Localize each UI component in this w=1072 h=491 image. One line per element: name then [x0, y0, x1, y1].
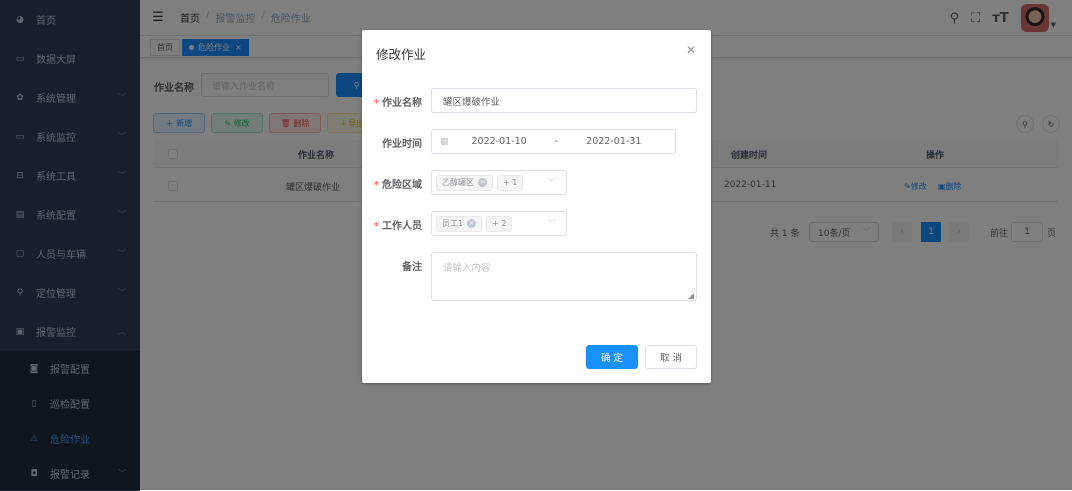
danger-area-select[interactable]: 乙醇罐区 × + 1 ﹀	[431, 170, 567, 195]
work-name-value: 罐区爆破作业	[443, 96, 501, 108]
remark-textarea[interactable]: 请输入内容 ◢	[431, 252, 697, 301]
time-label: 作业时间	[382, 135, 422, 150]
time-label-text: 作业时间	[382, 139, 422, 150]
edit-work-dialog: 修改作业 ✕ * 作业名称 罐区爆破作业 作业时间 ▦ 2022-01-10 - …	[362, 30, 711, 383]
more-tags-count: + 2	[486, 215, 513, 232]
name-label-text: 作业名称	[382, 98, 422, 109]
end-date[interactable]: 2022-01-31	[586, 136, 641, 147]
tag-text: 员工1	[442, 219, 464, 228]
tag-close-icon[interactable]: ×	[467, 219, 477, 228]
work-name-input[interactable]: 罐区爆破作业	[431, 88, 697, 113]
resize-handle-icon[interactable]: ◢	[688, 291, 694, 300]
confirm-label: 确 定	[600, 353, 624, 364]
start-date[interactable]: 2022-01-10	[472, 136, 527, 147]
remark-label-text: 备注	[402, 262, 422, 273]
selected-tag: 乙醇罐区 ×	[436, 174, 493, 191]
name-label: * 作业名称	[373, 98, 422, 109]
tag-close-icon[interactable]: ×	[478, 178, 487, 187]
staff-label: * 工作人员	[373, 221, 422, 232]
area-label: * 危险区域	[373, 180, 422, 191]
range-separator: -	[554, 136, 559, 147]
remark-placeholder: 请输入内容	[443, 263, 491, 274]
more-tags-count: + 1	[497, 174, 524, 191]
area-label-text: 危险区域	[382, 180, 422, 191]
work-time-range-picker[interactable]: ▦ 2022-01-10 - 2022-01-31	[431, 129, 676, 154]
close-icon[interactable]: ✕	[686, 43, 696, 57]
remark-label: 备注	[402, 258, 422, 273]
confirm-button[interactable]: 确 定	[586, 345, 638, 369]
dialog-title: 修改作业	[376, 47, 427, 62]
chevron-down-icon: ﹀	[548, 219, 556, 228]
cancel-label: 取 消	[659, 353, 683, 364]
calendar-icon: ▦	[440, 136, 449, 147]
staff-label-text: 工作人员	[382, 221, 422, 232]
workers-select[interactable]: 员工1 × + 2 ﹀	[431, 211, 567, 236]
cancel-button[interactable]: 取 消	[645, 345, 697, 369]
selected-tag: 员工1 ×	[436, 215, 483, 232]
chevron-down-icon: ﹀	[548, 178, 556, 187]
tag-text: 乙醇罐区	[442, 178, 474, 187]
